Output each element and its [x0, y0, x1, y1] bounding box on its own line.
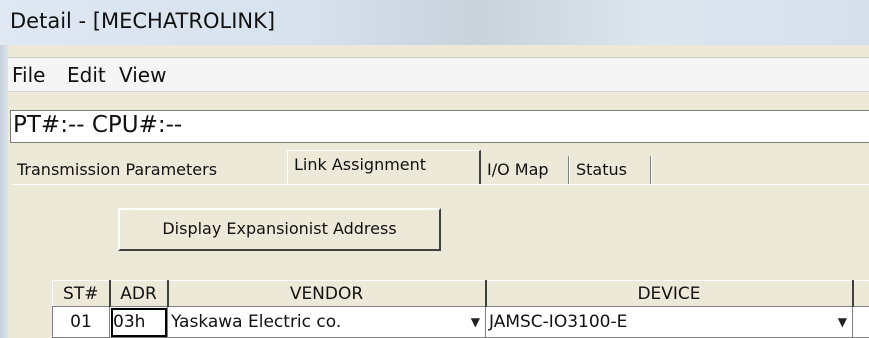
link-assignment-table: ST# ADR VENDOR DEVICE 01 03h Yaskawa Ele…: [52, 280, 869, 338]
table-header-row: ST# ADR VENDOR DEVICE: [52, 280, 869, 307]
cell-vendor[interactable]: Yaskawa Electric co. ▼: [167, 306, 486, 338]
vendor-combo[interactable]: Yaskawa Electric co. ▼: [171, 311, 482, 333]
header-vendor[interactable]: VENDOR: [167, 280, 487, 307]
tab-io-map[interactable]: I/O Map: [487, 156, 567, 184]
menu-bar: File Edit View: [8, 57, 869, 92]
header-device[interactable]: DEVICE: [485, 280, 854, 307]
header-adr[interactable]: ADR: [109, 280, 169, 307]
display-expansionist-address-button[interactable]: Display Expansionist Address: [118, 208, 441, 251]
vendor-value: Yaskawa Electric co.: [171, 312, 342, 332]
cell-adr[interactable]: 03h: [109, 306, 168, 338]
pt-cpu-label: PT#:-- CPU#:--: [13, 112, 183, 138]
pt-cpu-bar: PT#:-- CPU#:--: [10, 110, 869, 143]
detail-window: Detail - [MECHATROLINK] File Edit View P…: [0, 0, 869, 338]
window-frame-left: [0, 45, 8, 338]
cell-st[interactable]: 01: [52, 306, 110, 338]
menu-file[interactable]: File: [12, 63, 45, 87]
device-combo[interactable]: JAMSC-IO3100-E ▼: [489, 311, 849, 333]
menu-view[interactable]: View: [119, 63, 166, 87]
tab-transmission-parameters[interactable]: Transmission Parameters: [17, 156, 285, 184]
title-bar[interactable]: Detail - [MECHATROLINK]: [0, 0, 869, 45]
dropdown-arrow-icon[interactable]: ▼: [471, 311, 480, 333]
menu-edit[interactable]: Edit: [67, 63, 106, 87]
tab-status[interactable]: Status: [576, 156, 646, 184]
tab-baseline: [13, 184, 869, 187]
header-overflow: [852, 280, 869, 307]
device-value: JAMSC-IO3100-E: [489, 312, 628, 332]
tab-strip: Transmission Parameters Link Assignment …: [13, 148, 869, 186]
header-st[interactable]: ST#: [52, 280, 111, 307]
cell-overflow: [852, 306, 869, 338]
tab-link-assignment[interactable]: Link Assignment: [287, 150, 481, 184]
window-title: Detail - [MECHATROLINK]: [10, 9, 276, 33]
table-row[interactable]: 01 03h Yaskawa Electric co. ▼ JAMSC-IO31…: [52, 306, 869, 338]
cell-device[interactable]: JAMSC-IO3100-E ▼: [485, 306, 853, 338]
tab-separator: [568, 156, 570, 184]
tab-separator: [650, 156, 652, 184]
dropdown-arrow-icon[interactable]: ▼: [838, 311, 847, 333]
